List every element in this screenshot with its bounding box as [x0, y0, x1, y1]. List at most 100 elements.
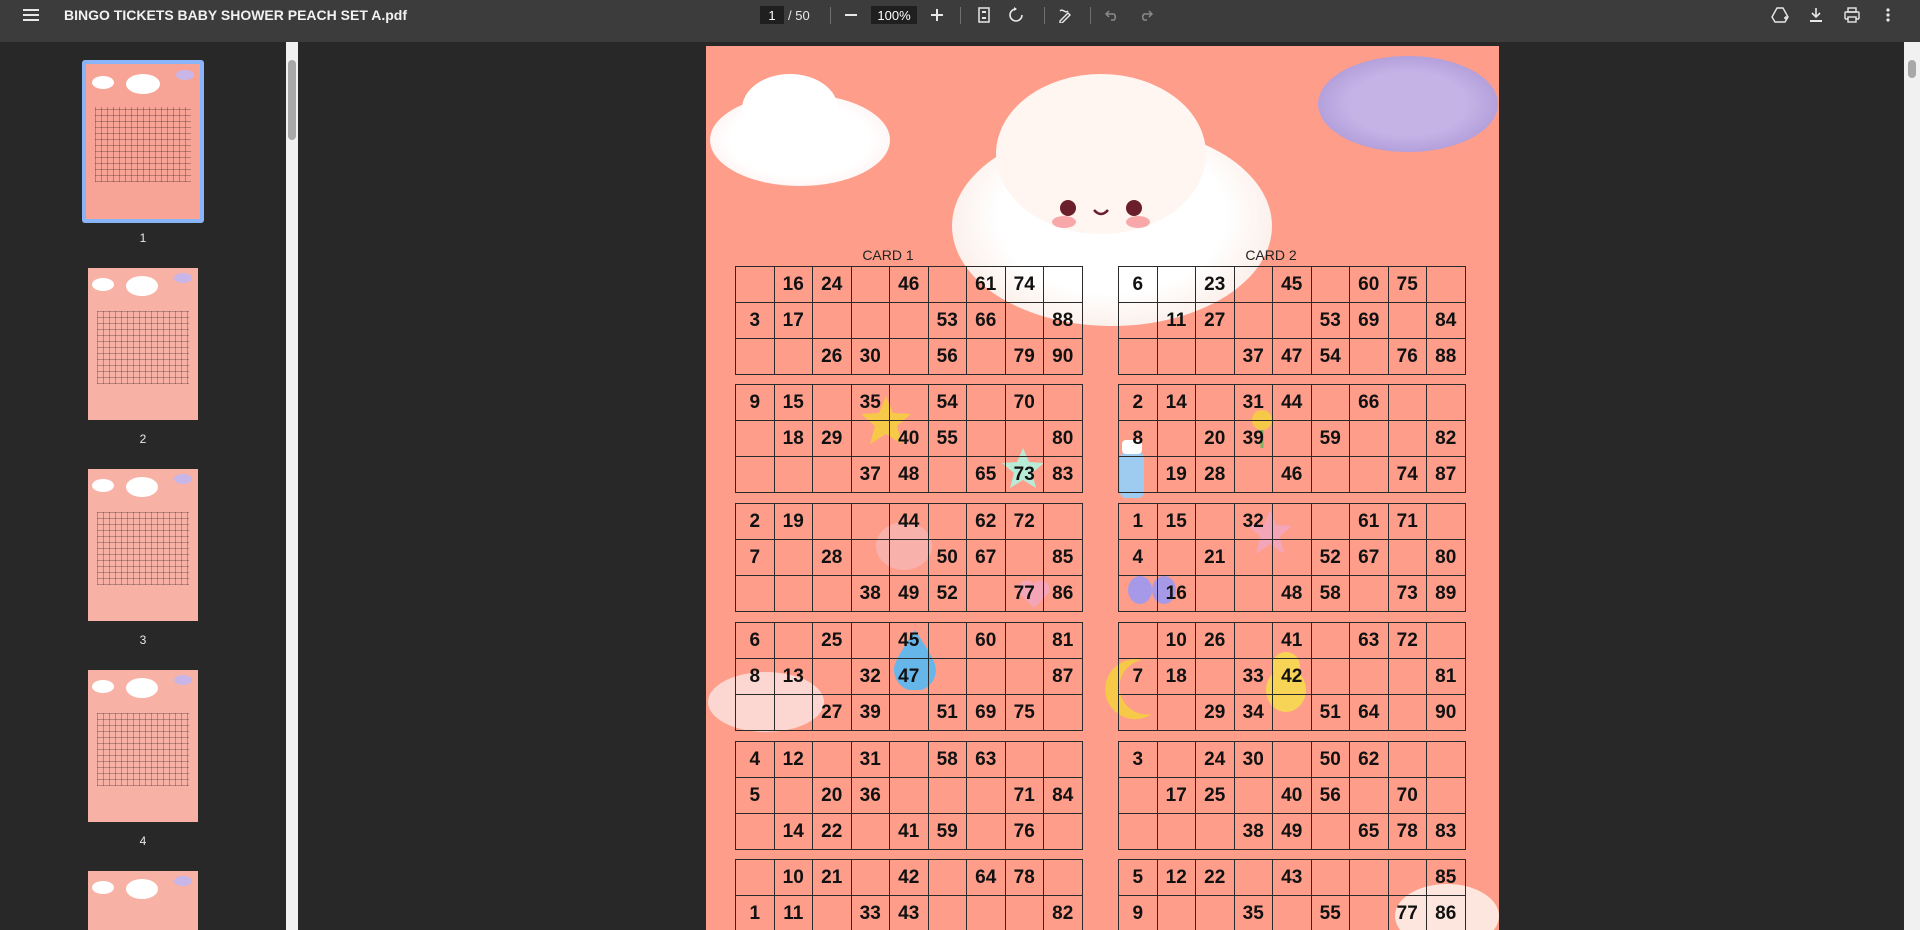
- print-icon[interactable]: [1842, 0, 1862, 30]
- bingo-cell: [1387, 741, 1427, 778]
- annotate-pen-icon[interactable]: [1056, 0, 1076, 30]
- bingo-cell: 37: [850, 456, 890, 493]
- bingo-cell: 71: [1004, 777, 1044, 814]
- thumbnail-page-2[interactable]: [88, 268, 198, 420]
- thumbnail-image: [88, 268, 198, 420]
- page-number-input[interactable]: 1: [760, 6, 784, 24]
- rotate-icon[interactable]: [1006, 0, 1026, 30]
- bingo-row: 6 23 45 60 75: [1118, 266, 1466, 303]
- save-to-drive-icon[interactable]: [1770, 0, 1790, 30]
- bingo-cell: [1118, 777, 1158, 814]
- bingo-cell: [1387, 859, 1427, 896]
- sidebar-scrollbar[interactable]: [286, 42, 298, 930]
- bingo-cell: 49: [889, 575, 929, 612]
- bingo-row: 37 47 54 76 88: [1118, 338, 1466, 375]
- bingo-ticket-card-1-5: 4 12 31 58 63 5 20 36 71 84 14 22 41 59 76: [735, 741, 1083, 850]
- bingo-row: 27 39 51 69 75: [735, 694, 1083, 731]
- bingo-cell: 67: [1349, 539, 1389, 576]
- bingo-cell: 3: [1118, 741, 1158, 778]
- bingo-cell: [1156, 266, 1196, 303]
- bingo-cell: [1195, 384, 1235, 421]
- bingo-cell: 74: [1387, 456, 1427, 493]
- bingo-cell: [1004, 622, 1044, 659]
- bingo-cell: 40: [1272, 777, 1312, 814]
- bingo-cell: 65: [1349, 813, 1389, 850]
- bingo-cell: [1118, 694, 1158, 731]
- bingo-cell: 83: [1043, 456, 1083, 493]
- undo-icon[interactable]: [1102, 0, 1122, 30]
- bingo-cell: 32: [1233, 503, 1273, 540]
- bingo-cell: 54: [927, 384, 967, 421]
- bingo-cell: 76: [1387, 338, 1427, 375]
- bingo-cell: 60: [1349, 266, 1389, 303]
- thumbnail-page-5[interactable]: [88, 871, 198, 930]
- bingo-cell: 26: [812, 338, 852, 375]
- bingo-row: 1 15 32 61 71: [1118, 503, 1466, 540]
- bingo-cell: 29: [812, 420, 852, 457]
- bingo-cell: [1043, 741, 1083, 778]
- bingo-cell: 30: [1233, 741, 1273, 778]
- thumbnail-image: [86, 64, 200, 219]
- bingo-ticket-card-2-1: 6 23 45 60 75 11 27 53 69 84 37 47 54 76 88: [1118, 266, 1466, 375]
- bingo-cell: 51: [1310, 694, 1350, 731]
- zoom-in-icon[interactable]: [928, 0, 946, 30]
- bingo-cell: 20: [1195, 420, 1235, 457]
- bingo-cell: 33: [850, 895, 890, 930]
- bingo-cell: 18: [773, 420, 813, 457]
- bingo-cell: [812, 575, 852, 612]
- cloud-face: [1052, 200, 1150, 228]
- bingo-cell: [927, 658, 967, 695]
- more-options-icon[interactable]: [1878, 0, 1898, 30]
- document-scrollbar-thumb[interactable]: [1908, 60, 1916, 78]
- bingo-cell: 16: [773, 266, 813, 303]
- bingo-cell: [812, 503, 852, 540]
- bingo-cell: 52: [927, 575, 967, 612]
- bingo-cell: [1233, 456, 1273, 493]
- thumbnail-page-1[interactable]: [82, 60, 204, 223]
- bingo-cell: [1387, 658, 1427, 695]
- pdf-page: CARD 1 CARD 2 16 24 46 61 74 3 17 53 66 88 26 30 56 7…: [706, 46, 1499, 930]
- bingo-cell: [1233, 266, 1273, 303]
- bingo-cell: [1004, 895, 1044, 930]
- menu-icon[interactable]: [20, 0, 44, 30]
- bingo-cell: 56: [927, 338, 967, 375]
- bingo-cell: 81: [1426, 658, 1466, 695]
- bingo-ticket-card-1-6: 10 21 42 64 78 1 11 33 43 82: [735, 859, 1083, 930]
- bingo-row: 9 15 35 54 70: [735, 384, 1083, 421]
- bingo-cell: [1310, 622, 1350, 659]
- sidebar-scrollbar-thumb[interactable]: [288, 60, 296, 140]
- zoom-out-icon[interactable]: [842, 0, 860, 30]
- bingo-cell: 10: [1156, 622, 1196, 659]
- bingo-cell: [1118, 456, 1158, 493]
- bingo-cell: 73: [1004, 456, 1044, 493]
- bingo-cell: 72: [1004, 503, 1044, 540]
- bingo-cell: [1233, 302, 1273, 339]
- bingo-cell: 30: [850, 338, 890, 375]
- bingo-row: 16 48 58 73 89: [1118, 575, 1466, 612]
- thumbnail-image: [88, 670, 198, 822]
- redo-icon[interactable]: [1136, 0, 1156, 30]
- bingo-cell: [1426, 384, 1466, 421]
- bingo-cell: [1004, 658, 1044, 695]
- bingo-cell: [1272, 503, 1312, 540]
- bingo-cell: 36: [850, 777, 890, 814]
- bingo-cell: 81: [1043, 622, 1083, 659]
- bingo-cell: [1118, 338, 1158, 375]
- bingo-cell: 37: [1233, 338, 1273, 375]
- bingo-cell: [1349, 456, 1389, 493]
- fit-page-icon[interactable]: [974, 0, 994, 30]
- bingo-cell: [966, 658, 1006, 695]
- bingo-cell: 26: [1195, 622, 1235, 659]
- bingo-cell: [966, 777, 1006, 814]
- bingo-cell: 16: [1156, 575, 1196, 612]
- bingo-cell: 52: [1310, 539, 1350, 576]
- bingo-cell: 55: [927, 420, 967, 457]
- bingo-cell: 67: [966, 539, 1006, 576]
- zoom-level-input[interactable]: 100%: [871, 6, 917, 24]
- bingo-cell: 2: [1118, 384, 1158, 421]
- thumbnail-page-4[interactable]: [88, 670, 198, 822]
- bingo-cell: [773, 575, 813, 612]
- thumbnail-page-3[interactable]: [88, 469, 198, 621]
- download-icon[interactable]: [1806, 0, 1826, 30]
- document-scrollbar[interactable]: [1904, 42, 1920, 930]
